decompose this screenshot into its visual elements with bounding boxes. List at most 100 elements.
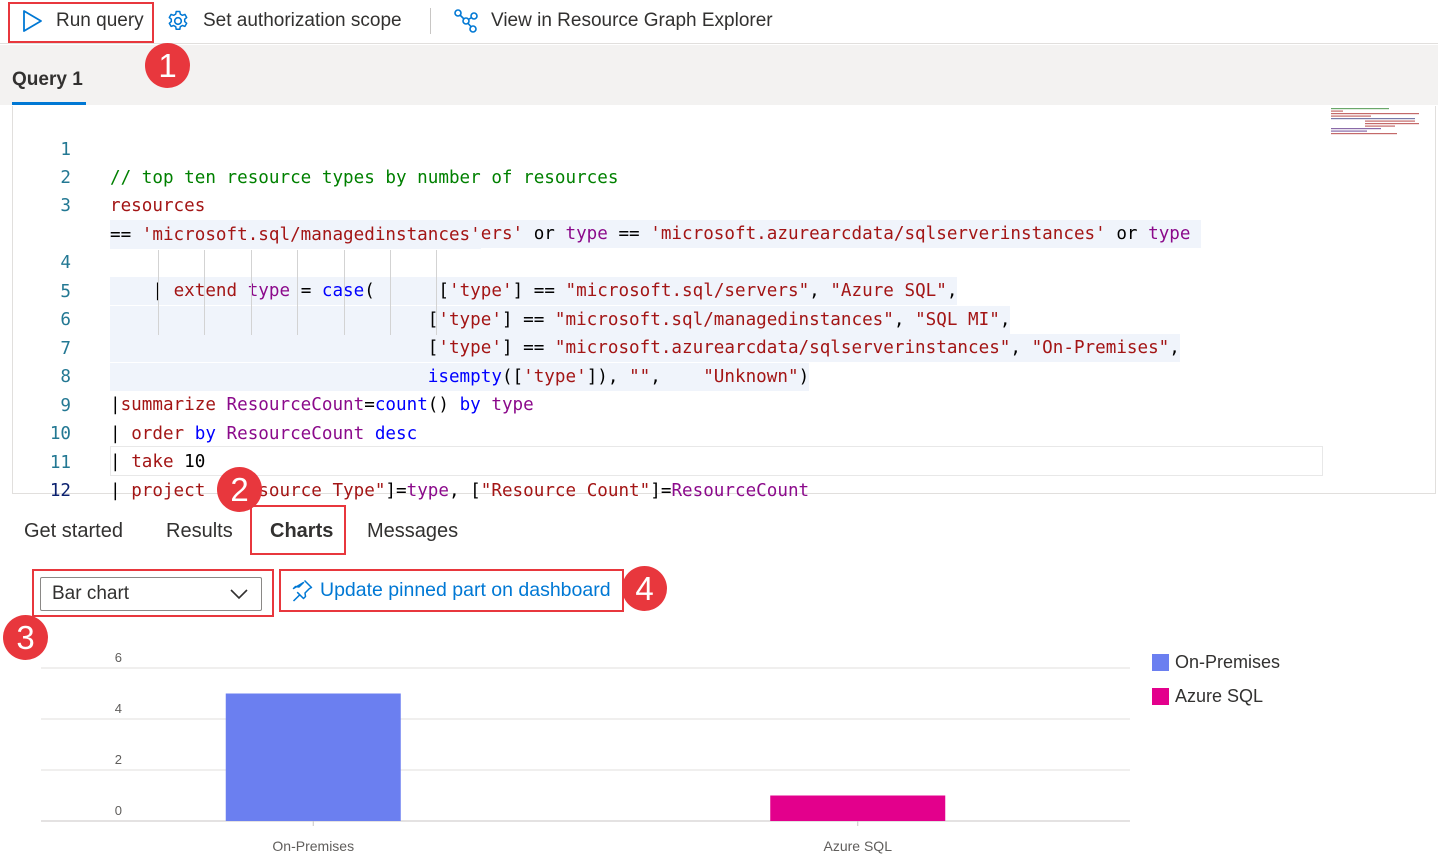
tab-messages[interactable]: Messages [367, 520, 458, 543]
string-token: "SQL MI" [915, 310, 1000, 330]
callout-box-charts-tab [250, 505, 346, 555]
legend-label: Azure SQL [1175, 686, 1264, 706]
view-in-resource-graph-explorer-label: View in Resource Graph Explorer [491, 10, 773, 31]
code-token: , [809, 281, 831, 301]
string-token: "microsoft.sql/servers" [565, 281, 810, 301]
keyword-token: order [131, 424, 185, 444]
code-token: , [ [448, 481, 481, 501]
set-authorization-scope-button[interactable]: Set authorization scope [166, 0, 402, 42]
code-token: == [110, 225, 142, 245]
code-text: isempty(['type']), "", "Unknown") [110, 363, 810, 391]
code-line: 4 | extend type = case( ['type'] == "mic… [13, 221, 958, 305]
code-token: ]= [385, 481, 407, 501]
code-token: ([ [501, 367, 524, 387]
string-token: "Azure SQL" [830, 281, 947, 301]
toolbar-divider [430, 8, 431, 34]
indent-guide [436, 250, 437, 335]
code-token: | [110, 395, 121, 415]
gear-icon [168, 10, 188, 31]
indent-guide [344, 250, 345, 335]
code-text: resources [110, 192, 205, 220]
string-token: "" [629, 367, 651, 387]
tab-results[interactable]: Results [166, 520, 233, 543]
view-in-resource-graph-explorer-button[interactable]: View in Resource Graph Explorer [453, 0, 773, 42]
current-line-highlight [110, 446, 1323, 476]
set-authorization-scope-label: Set authorization scope [203, 10, 402, 31]
query-tab-strip: Query 1 [0, 45, 1438, 105]
code-token: = [300, 281, 322, 301]
code-token: or [1105, 224, 1149, 244]
code-line: 8 |summarize ResourceCount=count() by ty… [13, 335, 533, 415]
string-token: "microsoft.sql/managedinstances" [554, 310, 894, 330]
x-tick-label: Azure SQL [824, 838, 893, 854]
code-text: |summarize ResourceCount=count() by type [110, 391, 534, 419]
code-text: ['type'] == "microsoft.azurearcdata/sqls… [110, 334, 1180, 362]
column-token: type [237, 281, 301, 301]
tab-query-1[interactable]: Query 1 [12, 69, 83, 91]
callout-box-chart-type [32, 569, 274, 617]
callout-badge: 1 [145, 43, 190, 88]
indent-guide [390, 250, 391, 335]
callout-badge: 4 [622, 566, 667, 611]
code-token: , [1010, 338, 1032, 358]
column-token: ResourceCount [215, 424, 365, 444]
string-token: "On-Premises" [1031, 338, 1170, 358]
code-token: , [1169, 338, 1180, 358]
legend-label: On-Premises [1175, 652, 1281, 672]
code-line: 6 ['type'] == "microsoft.azurearcdata/sq… [13, 278, 1180, 362]
editor-minimap[interactable] [1331, 108, 1423, 136]
callout-badge: 2 [217, 467, 262, 512]
code-token: [ [427, 338, 439, 358]
y-tick-label: 0 [115, 803, 122, 818]
code-token: , [946, 281, 958, 301]
code-line: 11 | project ["Resource Type"]=type, ["R… [13, 421, 809, 501]
function-token: count [374, 395, 428, 415]
code-token: ) [798, 367, 810, 387]
keyword-token: summarize [120, 395, 216, 415]
callout-badge: 3 [3, 615, 48, 660]
code-text: | extend type = case( ['type'] == "micro… [110, 277, 958, 305]
code-token: | [152, 281, 174, 301]
bar [225, 693, 401, 821]
tab-get-started[interactable]: Get started [24, 520, 123, 543]
code-token: [ [438, 281, 449, 301]
column-token: ResourceCount [215, 395, 365, 415]
code-text: ['type'] == "microsoft.sql/managedinstan… [110, 306, 1011, 334]
code-line: 3 | where type =~ 'Microsoft.Sql/servers… [13, 164, 1202, 248]
bar-chart-plot: 0 2 4 6 On-Premises Azure SQL [41, 650, 1130, 854]
y-tick-label: 4 [115, 701, 122, 716]
code-token: == [607, 224, 651, 244]
legend-item[interactable]: On-Premises [1152, 652, 1280, 673]
keyword-token: by [184, 424, 216, 444]
legend-swatch [1152, 688, 1169, 705]
code-line: 5 ['type'] == "microsoft.sql/managedinst… [13, 250, 1011, 334]
code-line: 12 [13, 449, 71, 501]
code-token: () [427, 395, 460, 415]
code-token: or [523, 224, 566, 244]
bar-chart: 0 2 4 6 On-Premises Azure SQL On-Premises Azu… [0, 630, 1438, 862]
string-token: 'type' [438, 310, 502, 330]
code-text: | order by ResourceCount desc [110, 420, 417, 448]
code-line: 10 | take 10 [13, 392, 206, 472]
string-token: "Unknown" [703, 367, 799, 387]
query-editor[interactable]: 1 // top ten resource types by number of… [12, 106, 1436, 501]
bar [770, 795, 946, 821]
column-token: type [406, 481, 449, 501]
function-token: isempty [427, 367, 502, 387]
code-line: 9 | order by ResourceCount desc [13, 364, 417, 444]
string-token: "microsoft.azurearcdata/sqlserverinstanc… [554, 338, 1011, 358]
y-tick-label: 2 [115, 752, 122, 767]
legend-item[interactable]: Azure SQL [1152, 686, 1263, 707]
string-token: 'microsoft.sql/managedinstances' [141, 225, 481, 245]
column-token: type [1148, 224, 1191, 244]
code-token: | [110, 481, 132, 501]
active-tab-indicator [12, 102, 86, 105]
code-token: , [999, 310, 1011, 330]
code-token: ] == [501, 310, 555, 330]
string-token: 'type' [523, 367, 587, 387]
code-line-wrapped: == 'microsoft.sql/managedinstances' [13, 193, 481, 249]
code-line: 2 resources [13, 136, 205, 216]
code-token: , [650, 367, 704, 387]
code-token: , [893, 310, 916, 330]
y-tick-label: 6 [115, 650, 122, 665]
